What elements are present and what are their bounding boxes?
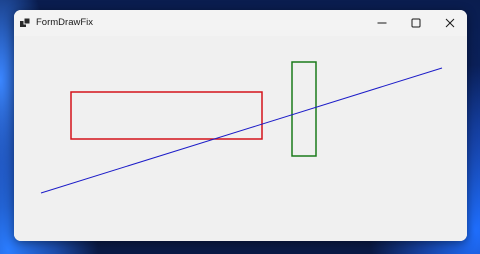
minimize-button[interactable]: [365, 10, 399, 36]
window-title: FormDrawFix: [36, 17, 93, 28]
form-client-area[interactable]: [14, 36, 467, 241]
minimize-icon: [377, 22, 387, 24]
drawing-canvas: [40, 61, 443, 194]
close-button[interactable]: [433, 10, 467, 36]
app-window: FormDrawFix: [14, 10, 467, 241]
maximize-icon: [411, 18, 421, 28]
close-icon: [445, 18, 455, 28]
green-rectangle: [291, 61, 317, 157]
title-bar[interactable]: FormDrawFix: [14, 10, 467, 36]
diagonal-line: [40, 67, 443, 194]
app-window-icon: [20, 17, 31, 27]
red-rectangle: [70, 91, 263, 140]
maximize-button[interactable]: [399, 10, 433, 36]
